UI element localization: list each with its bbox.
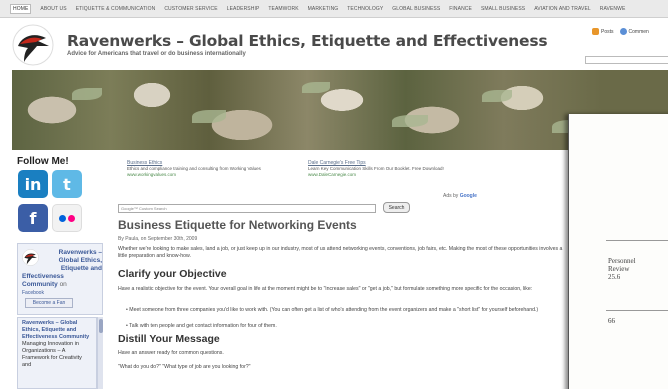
ad-unit: Business Ethics Ethics and compliance tr… bbox=[127, 160, 277, 178]
feed-scrollbar[interactable] bbox=[97, 317, 103, 389]
ad-url[interactable]: www.DaleCarnegie.com bbox=[308, 172, 458, 178]
flickr-icon[interactable] bbox=[52, 204, 82, 232]
custom-search-input[interactable]: Google™ Custom Search bbox=[118, 204, 376, 213]
google-label: Google bbox=[459, 193, 477, 199]
top-nav: Home About Us Etiquette & Communication Cus… bbox=[0, 0, 668, 18]
document-page-number: 66 bbox=[608, 317, 615, 325]
nav-item[interactable]: Marketing bbox=[308, 6, 339, 12]
follow-me-heading: Follow Me! bbox=[17, 156, 69, 167]
list-item-text: Meet someone from three companies you'd … bbox=[129, 307, 539, 313]
fan-page-name-cont[interactable]: Effectiveness Community on bbox=[22, 273, 67, 289]
ad-description: Learn Key Communication Skills From Our … bbox=[308, 166, 444, 171]
nav-item[interactable]: Finance bbox=[449, 6, 472, 12]
nav-item[interactable]: Leadership bbox=[227, 6, 260, 12]
post-title[interactable]: Business Etiquette for Networking Events bbox=[118, 218, 357, 232]
comments-feed-label: Commen bbox=[628, 28, 649, 35]
nav-item[interactable]: Ravenwe bbox=[600, 6, 626, 12]
nav-item[interactable]: Customer Service bbox=[164, 6, 217, 12]
feed-post-text: Managing Innovation in Organizations – A… bbox=[22, 341, 82, 368]
nav-item[interactable]: Home bbox=[10, 3, 32, 14]
nav-item[interactable]: Small Business bbox=[481, 6, 525, 12]
posts-feed-link[interactable]: Posts bbox=[592, 28, 614, 35]
section-heading: Distill Your Message bbox=[118, 333, 220, 345]
posts-feed-label: Posts bbox=[601, 28, 614, 35]
document-text: Personnel Review 25.6 bbox=[608, 257, 636, 281]
document-rule bbox=[606, 240, 668, 241]
site-title[interactable]: Ravenwerks – Global Ethics, Etiquette an… bbox=[67, 32, 548, 50]
ads-by-google[interactable]: Ads by Google bbox=[443, 193, 477, 199]
ad-unit: Dale Carnegie's Free Tips Learn Key Comm… bbox=[308, 160, 458, 178]
fan-name-line: Etiquette and bbox=[60, 265, 102, 272]
post-question: "What do you do?" "What type of job are … bbox=[118, 364, 251, 370]
post-byline: By Paula, on September 30th, 2009 bbox=[118, 236, 198, 242]
section-heading: Clarify your Objective bbox=[118, 268, 227, 280]
comments-feed-link[interactable]: Commen bbox=[619, 28, 649, 35]
fan-name-line: Global Ethics, bbox=[58, 257, 102, 264]
fan-on-label: on bbox=[59, 281, 67, 288]
document-line: Review bbox=[608, 265, 630, 273]
ad-description: Ethics and compliance training and consu… bbox=[127, 166, 261, 171]
list-item-text: Talk with ten people and get contact inf… bbox=[129, 323, 277, 329]
post-intro: Whether we're looking to make sales, lan… bbox=[118, 246, 563, 259]
facebook-link[interactable]: Facebook bbox=[22, 290, 44, 296]
fan-name-line: Ravenwerks – bbox=[58, 249, 102, 256]
nav-item[interactable]: About Us bbox=[40, 6, 66, 12]
scrollbar-thumb[interactable] bbox=[98, 319, 103, 333]
nav-item[interactable]: Technology bbox=[347, 6, 383, 12]
list-item: • Meet someone from three companies you'… bbox=[126, 307, 539, 313]
facebook-icon[interactable]: f bbox=[18, 204, 48, 232]
search-button[interactable]: Search bbox=[383, 202, 410, 213]
document-rule bbox=[606, 310, 668, 311]
raven-logo[interactable] bbox=[12, 24, 54, 66]
fan-name-line: Effectiveness bbox=[22, 273, 64, 280]
become-a-fan-label: Become a Fan bbox=[32, 300, 66, 306]
document-line: Personnel bbox=[608, 257, 636, 265]
nav-item[interactable]: Etiquette & Communication bbox=[76, 6, 156, 12]
nav-item[interactable]: Teamwork bbox=[268, 6, 298, 12]
nav-item[interactable]: Global Business bbox=[392, 6, 440, 12]
site-tagline: Advice for Americans that travel or do b… bbox=[67, 51, 246, 57]
comments-icon bbox=[619, 28, 627, 35]
list-item: • Talk with ten people and get contact i… bbox=[126, 323, 277, 329]
post-paragraph: Have an answer ready for common question… bbox=[118, 350, 224, 356]
site-search-input[interactable] bbox=[585, 56, 668, 64]
facebook-feed: Ravenwerks – Global Ethics, Etiquette an… bbox=[17, 317, 97, 389]
overlay-document-page bbox=[568, 114, 668, 389]
fan-page-name[interactable]: Ravenwerks – Global Ethics, Etiquette an… bbox=[26, 249, 102, 273]
rss-icon bbox=[592, 28, 599, 35]
feed-links: Posts Commen bbox=[592, 28, 649, 35]
feed-title[interactable]: Ravenwerks – Global Ethics, Etiquette an… bbox=[22, 320, 92, 341]
twitter-icon[interactable]: t bbox=[52, 170, 82, 198]
fan-name-line: Community bbox=[22, 281, 58, 288]
document-line: 25.6 bbox=[608, 273, 621, 281]
become-a-fan-button[interactable]: Become a Fan bbox=[25, 298, 73, 308]
post-paragraph: Have a realistic objective for the event… bbox=[118, 286, 533, 292]
linkedin-icon[interactable]: in bbox=[18, 170, 48, 198]
ads-by-label: Ads by bbox=[443, 193, 459, 199]
ad-url[interactable]: www.workingvalues.com bbox=[127, 172, 277, 178]
nav-item[interactable]: Aviation and Travel bbox=[534, 6, 591, 12]
